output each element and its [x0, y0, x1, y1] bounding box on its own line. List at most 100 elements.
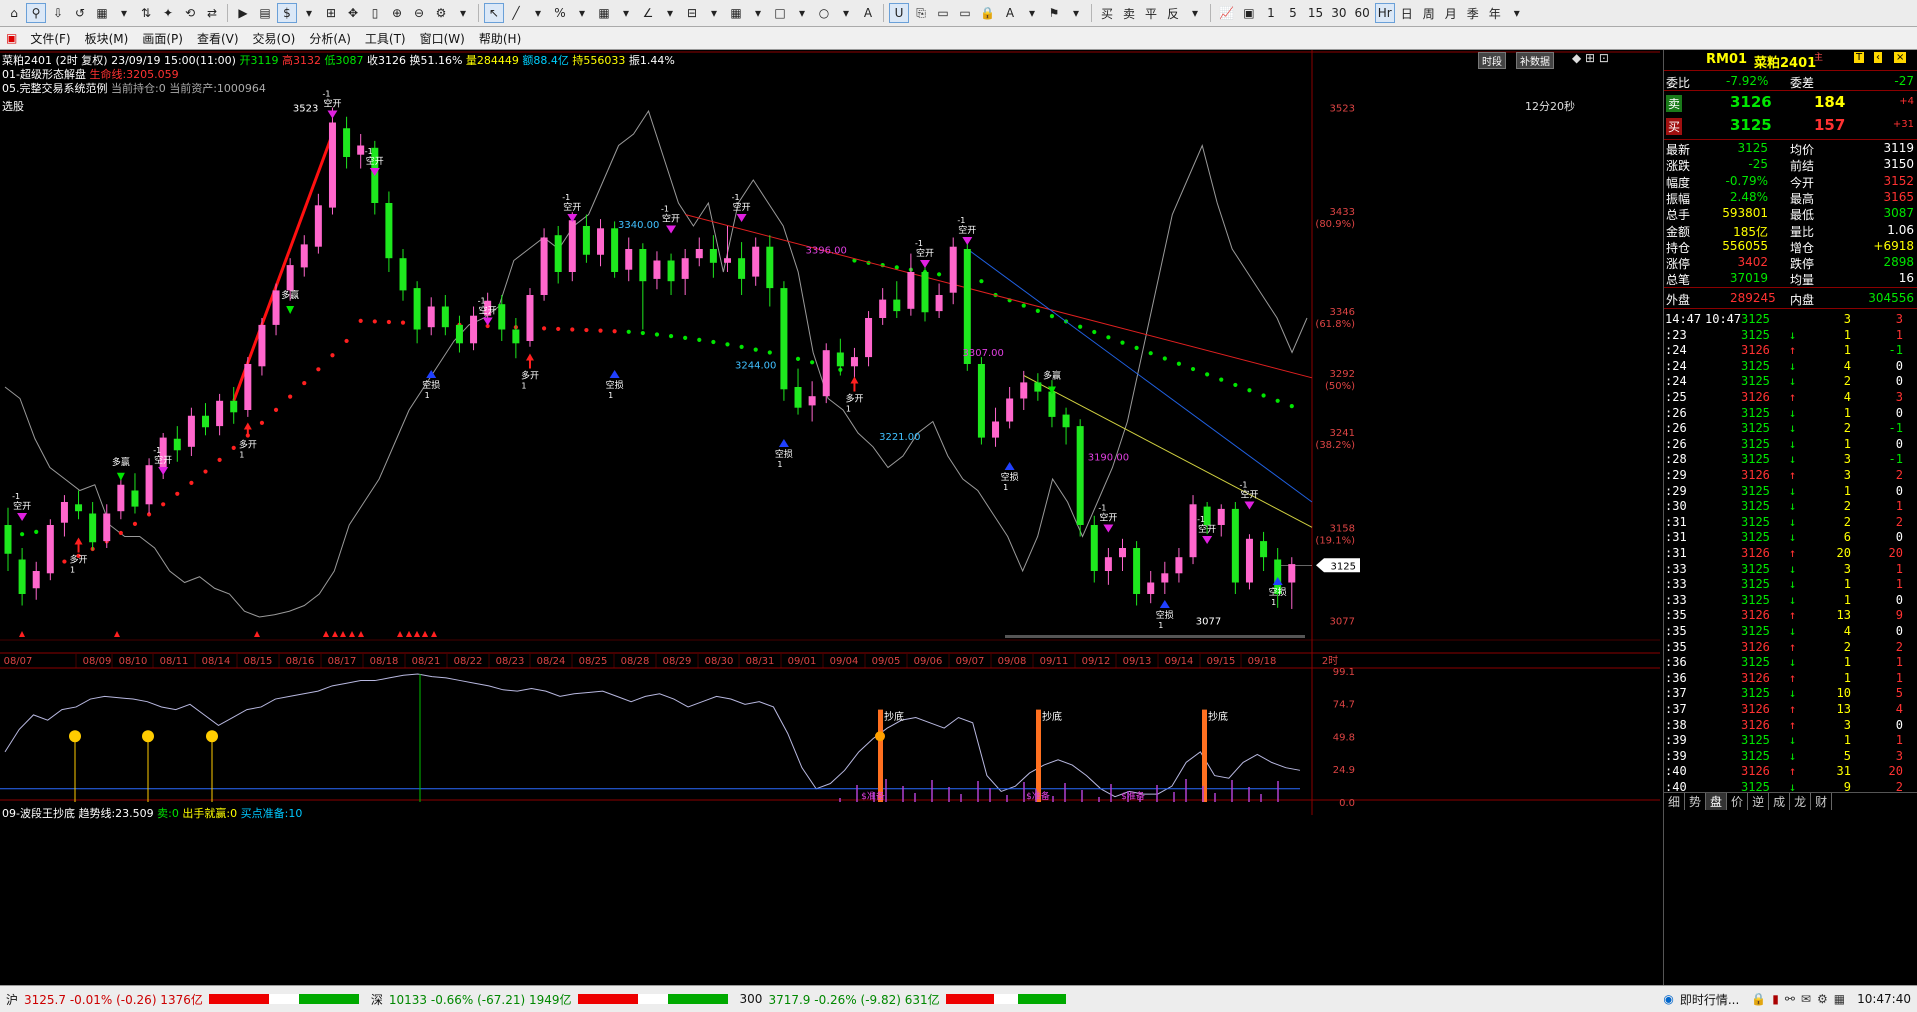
- toolbar-dd12-icon[interactable]: ▾: [1022, 3, 1042, 23]
- tick-row[interactable]: :38 3126 ↑ 3 0: [1663, 718, 1917, 734]
- menu-screen[interactable]: 画面(P): [135, 30, 190, 47]
- news-ticker[interactable]: ◉ 即时行情...: [1657, 986, 1745, 1012]
- tick-row[interactable]: :35 3126 ↑ 13 9: [1663, 608, 1917, 624]
- toolbar-reverse-icon[interactable]: 反: [1163, 3, 1183, 23]
- toolbar-undo-icon[interactable]: ⟲: [180, 3, 200, 23]
- toolbar-star-icon[interactable]: ✦: [158, 3, 178, 23]
- tick-row[interactable]: :36 3125 ↓ 1 1: [1663, 655, 1917, 671]
- toolbar-week-icon[interactable]: 周: [1419, 3, 1439, 23]
- tick-row[interactable]: :28 3125 ↓ 3 -1: [1663, 452, 1917, 468]
- toolbar-p1-button[interactable]: 1: [1261, 3, 1281, 23]
- link-icon[interactable]: ⚯: [1785, 992, 1795, 1006]
- quote-t-button[interactable]: T: [1854, 52, 1865, 63]
- toolbar-frame-icon[interactable]: ▭: [933, 3, 953, 23]
- window-controls[interactable]: ◆ ⊞ ⊡: [1572, 51, 1609, 65]
- toolbar-buy-icon[interactable]: 买: [1097, 3, 1117, 23]
- tick-row[interactable]: :37 3125 ↓ 10 5: [1663, 686, 1917, 702]
- quote-prev-button[interactable]: ‹: [1874, 52, 1882, 63]
- toolbar-copy-icon[interactable]: ⎘: [911, 3, 931, 23]
- toolbar-channel-icon[interactable]: ▦: [594, 3, 614, 23]
- tick-row[interactable]: :26 3125 ↓ 2 -1: [1663, 421, 1917, 437]
- tick-row[interactable]: :24 3125 ↓ 4 0: [1663, 359, 1917, 375]
- menu-sector[interactable]: 板块(M): [78, 30, 136, 47]
- toolbar-dd13-icon[interactable]: ▾: [1066, 3, 1086, 23]
- kline-chart-svg[interactable]: 3523 3433 3346 3292 3241 3158 3077 (80.9%) (61.8…: [0, 50, 1660, 985]
- toolbar-p15-button[interactable]: 15: [1305, 3, 1326, 23]
- tick-row[interactable]: :26 3125 ↓ 1 0: [1663, 437, 1917, 453]
- tick-row[interactable]: :29 3125 ↓ 1 0: [1663, 484, 1917, 500]
- toolbar-dd2-icon[interactable]: ▾: [299, 3, 319, 23]
- tick-row[interactable]: :33 3125 ↓ 1 1: [1663, 577, 1917, 593]
- toolbar-p30-button[interactable]: 30: [1328, 3, 1349, 23]
- toolbar-dd4-icon[interactable]: ▾: [528, 3, 548, 23]
- menu-window[interactable]: 窗口(W): [413, 30, 472, 47]
- toolbar-dd-icon[interactable]: ▾: [114, 3, 134, 23]
- timeshare-button[interactable]: 时段: [1478, 52, 1506, 69]
- tick-row[interactable]: :35 3126 ↑ 2 2: [1663, 640, 1917, 656]
- toolbar-box-icon[interactable]: ▣: [1239, 3, 1259, 23]
- menu-analysis[interactable]: 分析(A): [302, 30, 358, 47]
- toolbar-refresh-icon[interactable]: ↺: [70, 3, 90, 23]
- toolbar-zoom-out-icon[interactable]: ⊖: [409, 3, 429, 23]
- lock-icon[interactable]: 🔒: [1751, 992, 1766, 1006]
- toolbar-linkage-icon[interactable]: ⚲: [26, 3, 46, 23]
- toolbar-chart-button[interactable]: 📈: [1216, 3, 1237, 23]
- toolbar-play-icon[interactable]: ▶: [233, 3, 253, 23]
- status-icons[interactable]: 🔒 ▮ ⚯ ✉ ⚙ ▦: [1745, 986, 1851, 1012]
- tick-row[interactable]: :23 3125 ↓ 1 1: [1663, 328, 1917, 344]
- tick-row[interactable]: :33 3125 ↓ 3 1: [1663, 562, 1917, 578]
- tick-row[interactable]: :39 3125 ↓ 1 1: [1663, 733, 1917, 749]
- tick-row[interactable]: :31 3125 ↓ 6 0: [1663, 530, 1917, 546]
- toolbar-hash-icon[interactable]: ▦: [726, 3, 746, 23]
- toolbar-dd3-icon[interactable]: ▾: [453, 3, 473, 23]
- tick-row[interactable]: :24 3125 ↓ 2 0: [1663, 374, 1917, 390]
- toolbar-circle-icon[interactable]: ○: [814, 3, 834, 23]
- tick-row[interactable]: :29 3126 ↑ 3 2: [1663, 468, 1917, 484]
- toolbar-cursor-icon[interactable]: ↖: [484, 3, 504, 23]
- app-icon[interactable]: ▣: [0, 31, 23, 45]
- db-icon[interactable]: ▮: [1772, 992, 1779, 1006]
- toolbar-percent-icon[interactable]: %: [550, 3, 570, 23]
- toolbar-frame2-icon[interactable]: ▭: [955, 3, 975, 23]
- grid-icon[interactable]: ▦: [1834, 992, 1845, 1006]
- toolbar-download-icon[interactable]: ⇩: [48, 3, 68, 23]
- toolbar-dd10-icon[interactable]: ▾: [792, 3, 812, 23]
- toolbar-dd11-icon[interactable]: ▾: [836, 3, 856, 23]
- toolbar-grid-icon[interactable]: ▦: [92, 3, 112, 23]
- toolbar-dd9-icon[interactable]: ▾: [748, 3, 768, 23]
- menu-tools[interactable]: 工具(T): [358, 30, 413, 47]
- menu-trade[interactable]: 交易(O): [246, 30, 303, 47]
- toolbar-line-icon[interactable]: ╱: [506, 3, 526, 23]
- tick-row[interactable]: :40 3125 ↓ 9 2: [1663, 780, 1917, 796]
- toolbar-month-icon[interactable]: 月: [1441, 3, 1461, 23]
- toolbar-sort-icon[interactable]: ⇅: [136, 3, 156, 23]
- tick-row[interactable]: :40 3126 ↑ 31 20: [1663, 764, 1917, 780]
- tick-row[interactable]: :25 3126 ↑ 4 3: [1663, 390, 1917, 406]
- toolbar-day-icon[interactable]: 日: [1397, 3, 1417, 23]
- supplement-data-button[interactable]: 补数据: [1516, 52, 1554, 69]
- hs300-index[interactable]: 300 3717.9 -0.26% (-9.82) 631亿: [734, 986, 1072, 1012]
- toolbar-bar-icon[interactable]: ▯: [365, 3, 385, 23]
- tick-row[interactable]: :24 3126 ↑ 1 -1: [1663, 343, 1917, 359]
- toolbar-sell-icon[interactable]: 卖: [1119, 3, 1139, 23]
- toolbar-home-icon[interactable]: ⌂: [4, 3, 24, 23]
- toolbar-multi-icon[interactable]: ⊞: [321, 3, 341, 23]
- tick-row[interactable]: :31 3125 ↓ 2 2: [1663, 515, 1917, 531]
- toolbar-dd8-icon[interactable]: ▾: [704, 3, 724, 23]
- toolbar-magnet-button[interactable]: U: [889, 3, 909, 23]
- toolbar-dd6-icon[interactable]: ▾: [616, 3, 636, 23]
- tick-row[interactable]: :39 3125 ↓ 5 3: [1663, 749, 1917, 765]
- toolbar-dd5-icon[interactable]: ▾: [572, 3, 592, 23]
- toolbar-flat-icon[interactable]: 平: [1141, 3, 1161, 23]
- toolbar-p5-button[interactable]: 5: [1283, 3, 1303, 23]
- menu-help[interactable]: 帮助(H): [472, 30, 528, 47]
- menu-view[interactable]: 查看(V): [190, 30, 246, 47]
- toolbar-color-button[interactable]: A: [1000, 3, 1020, 23]
- tick-row[interactable]: :36 3126 ↑ 1 1: [1663, 671, 1917, 687]
- toolbar-rect-icon[interactable]: □: [770, 3, 790, 23]
- toolbar-dd7-icon[interactable]: ▾: [660, 3, 680, 23]
- toolbar-level-icon[interactable]: ⊟: [682, 3, 702, 23]
- chat-icon[interactable]: ✉: [1801, 992, 1811, 1006]
- tick-row[interactable]: :33 3125 ↓ 1 0: [1663, 593, 1917, 609]
- sh-index[interactable]: 沪 3125.7 -0.01% (-0.26) 1376亿: [0, 986, 365, 1012]
